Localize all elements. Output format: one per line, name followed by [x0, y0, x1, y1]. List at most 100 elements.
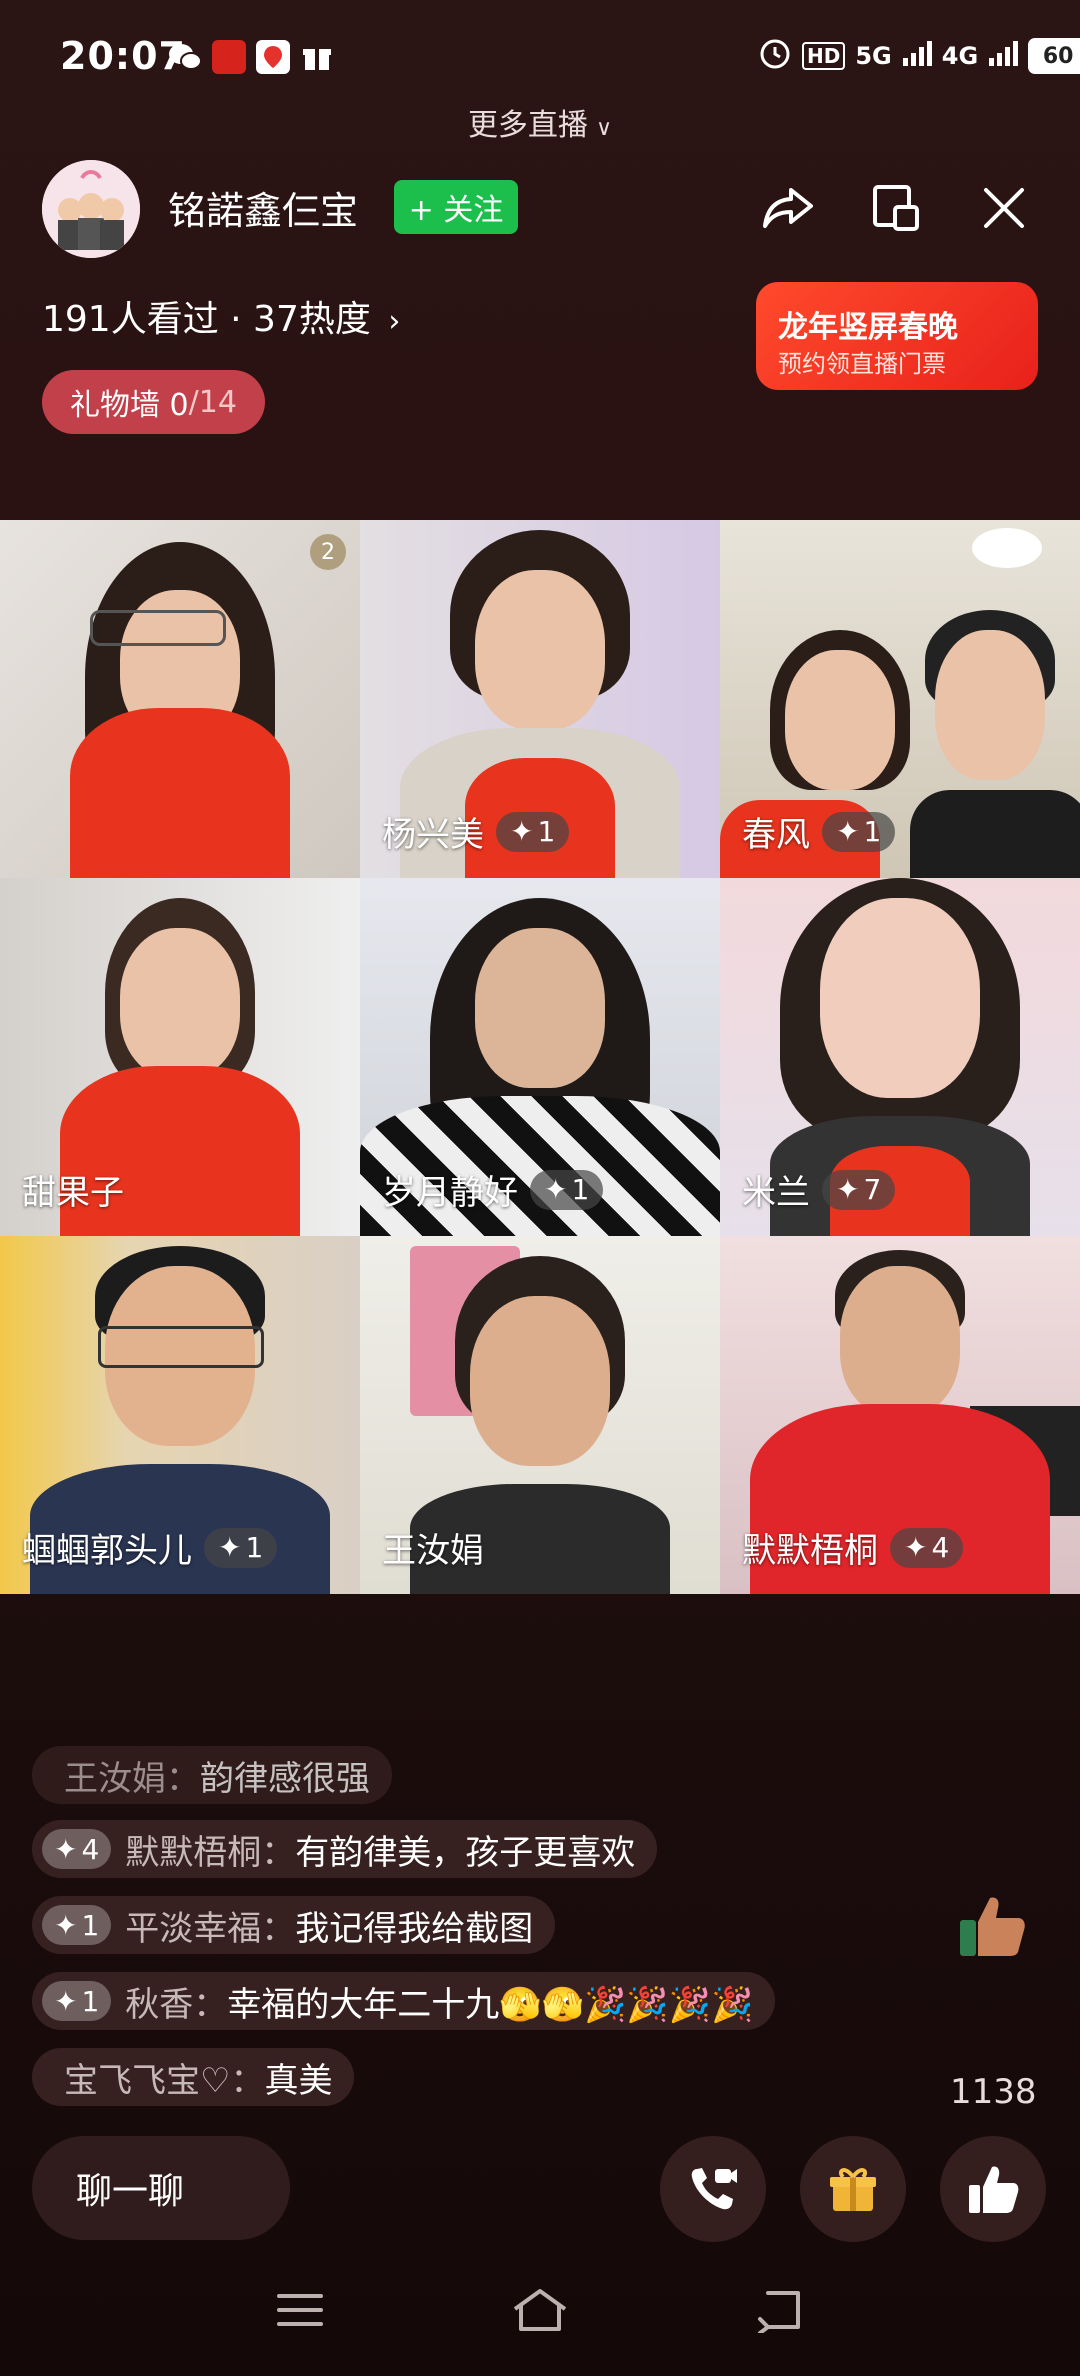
- tile-label: 米兰 ✦ 7: [742, 1165, 896, 1214]
- participant-tile[interactable]: 甜果子: [0, 878, 360, 1236]
- participant-tile[interactable]: 王汝娟: [360, 1236, 720, 1594]
- promo-banner[interactable]: 龙年竖屏春晚 预约领直播门票: [756, 282, 1038, 390]
- like-count: 1138: [950, 2072, 1037, 2112]
- more-live-link[interactable]: 更多直播 ∨: [0, 100, 1080, 144]
- promo-title: 龙年竖屏春晚: [778, 310, 958, 345]
- signal-bars-icon-2: [988, 40, 1019, 72]
- phone-video-icon: [691, 2168, 737, 2210]
- tile-label: 春风 ✦ 1: [742, 807, 896, 856]
- participant-tile[interactable]: 春风 ✦ 1: [720, 520, 1080, 878]
- close-icon[interactable]: [974, 178, 1034, 238]
- level-pill: ✦ 1: [822, 811, 896, 852]
- back-icon[interactable]: [750, 2280, 810, 2340]
- host-name[interactable]: 铭諾鑫仨宝: [168, 180, 358, 235]
- chat-sender: 秋香：: [125, 1984, 228, 2025]
- follow-button[interactable]: + 关注: [394, 180, 518, 234]
- wechat-icon: [168, 40, 202, 74]
- chat-message[interactable]: ✦ 1 秋香： 幸福的大年二十九🫣🫣🎉🎉🎉🎉: [32, 1972, 776, 2030]
- gift-wall-total: /14: [188, 384, 237, 420]
- chat-sender: 平淡幸福：: [125, 1908, 296, 1949]
- sparkle-icon: ✦: [836, 815, 860, 848]
- chat-level-pill: ✦ 1: [42, 1981, 112, 2021]
- sparkle-icon: ✦: [218, 1531, 242, 1564]
- viewers-text: 191人看过 · 37热度: [42, 299, 371, 340]
- promo-subtitle: 预约领直播门票: [778, 350, 946, 378]
- sparkle-icon: ✦: [54, 1908, 78, 1942]
- chat-message[interactable]: 王汝娟： 韵律感很强: [32, 1746, 392, 1804]
- hd-label: HD: [802, 42, 846, 70]
- share-icon[interactable]: [758, 178, 818, 238]
- chat-input[interactable]: 聊一聊: [32, 2136, 290, 2240]
- gift-icon: [830, 2168, 876, 2211]
- level-pill: ✦ 1: [496, 811, 570, 852]
- menu-icon[interactable]: [270, 2280, 330, 2340]
- chat-message[interactable]: 宝飞飞宝♡： 真美: [32, 2048, 355, 2106]
- tile-badge: 2: [310, 534, 346, 570]
- gift-wall-label: 礼物墙 0: [70, 388, 189, 423]
- minimize-window-icon[interactable]: [866, 178, 926, 238]
- sparkle-icon: ✦: [510, 815, 534, 848]
- tile-label: 王汝娟: [382, 1523, 484, 1572]
- chevron-down-icon: ∨: [595, 116, 613, 141]
- sparkle-icon: ✦: [904, 1531, 928, 1564]
- status-right-group: HD 5G 4G 60: [758, 38, 1080, 74]
- tile-label: 岁月静好 ✦ 1: [382, 1165, 604, 1214]
- chat-level-value: 1: [81, 1908, 100, 1942]
- like-button[interactable]: [940, 2136, 1046, 2242]
- participant-name: 蝈蝈郭头儿: [22, 1531, 192, 1571]
- home-icon[interactable]: [510, 2280, 570, 2340]
- chat-sender: 宝飞飞宝♡：: [64, 2060, 265, 2101]
- level-value: 1: [571, 1173, 590, 1206]
- level-pill: ✦ 4: [890, 1527, 964, 1568]
- chat-sender: 默默梧桐：: [125, 1832, 296, 1873]
- sparkle-icon: ✦: [836, 1173, 860, 1206]
- chat-text: 我记得我给截图: [295, 1908, 534, 1949]
- sparkle-icon: ✦: [54, 1832, 78, 1866]
- map-pin-icon: [256, 40, 290, 74]
- participant-name: 默默梧桐: [742, 1531, 878, 1571]
- participant-tile[interactable]: 杨兴美 ✦ 1: [360, 520, 720, 878]
- host-avatar[interactable]: [42, 160, 140, 258]
- chat-level-value: 1: [81, 1984, 100, 2018]
- participant-name: 王汝娟: [382, 1531, 484, 1571]
- gift-wall-button[interactable]: 礼物墙 0/14: [42, 370, 265, 434]
- participant-tile[interactable]: 2: [0, 520, 360, 878]
- level-value: 1: [245, 1531, 264, 1564]
- viewers-count[interactable]: 191人看过 · 37热度 ›: [42, 290, 400, 342]
- chat-text: 有韵律美，孩子更喜欢: [295, 1832, 636, 1873]
- participant-tile[interactable]: 默默梧桐 ✦ 4: [720, 1236, 1080, 1594]
- chat-text: 韵律感很强: [200, 1758, 370, 1799]
- participant-name: 春风: [742, 815, 810, 855]
- participant-tile[interactable]: 蝈蝈郭头儿 ✦ 1: [0, 1236, 360, 1594]
- level-value: 1: [537, 815, 556, 848]
- participant-name: 杨兴美: [382, 815, 484, 855]
- chat-message[interactable]: ✦ 4 默默梧桐： 有韵律美，孩子更喜欢: [32, 1820, 658, 1878]
- chat-level-pill: ✦ 4: [42, 1829, 112, 1869]
- participant-tile[interactable]: 米兰 ✦ 7: [720, 878, 1080, 1236]
- level-pill: ✦ 1: [204, 1527, 278, 1568]
- signal-5g-label: 5G: [855, 42, 892, 70]
- level-pill: ✦ 7: [822, 1169, 896, 1210]
- gift-button[interactable]: [800, 2136, 906, 2242]
- chat-sender: 王汝娟：: [64, 1758, 200, 1799]
- chat-level-pill: ✦ 1: [42, 1905, 112, 1945]
- level-value: 1: [863, 815, 882, 848]
- gift-status-icon: [300, 40, 334, 74]
- tile-label: 杨兴美 ✦ 1: [382, 807, 570, 856]
- chat-text: 真美: [264, 2060, 333, 2101]
- sparkle-icon: ✦: [54, 1984, 78, 2018]
- battery-icon: 60: [1028, 38, 1080, 74]
- chat-message[interactable]: ✦ 1 平淡幸福： 我记得我给截图: [32, 1896, 556, 1954]
- video-call-button[interactable]: [660, 2136, 766, 2242]
- participant-tile[interactable]: 岁月静好 ✦ 1: [360, 878, 720, 1236]
- thumbs-up-sticker-icon: [956, 1890, 1028, 1966]
- participant-grid: 2 杨兴美 ✦ 1 春风 ✦ 1 甜果子 岁月静好 ✦ 1 米兰 ✦ 7 蝈蝈郭…: [0, 520, 1080, 1594]
- participant-name: 米兰: [742, 1173, 810, 1213]
- level-value: 7: [863, 1173, 882, 1206]
- level-pill: ✦ 1: [530, 1169, 604, 1210]
- news-app-icon: [212, 40, 246, 74]
- signal-4g-label: 4G: [941, 42, 979, 70]
- tile-label: 默默梧桐 ✦ 4: [742, 1523, 964, 1572]
- alarm-icon: [758, 36, 792, 76]
- chat-text: 幸福的大年二十九🫣🫣🎉🎉🎉🎉: [227, 1984, 754, 2025]
